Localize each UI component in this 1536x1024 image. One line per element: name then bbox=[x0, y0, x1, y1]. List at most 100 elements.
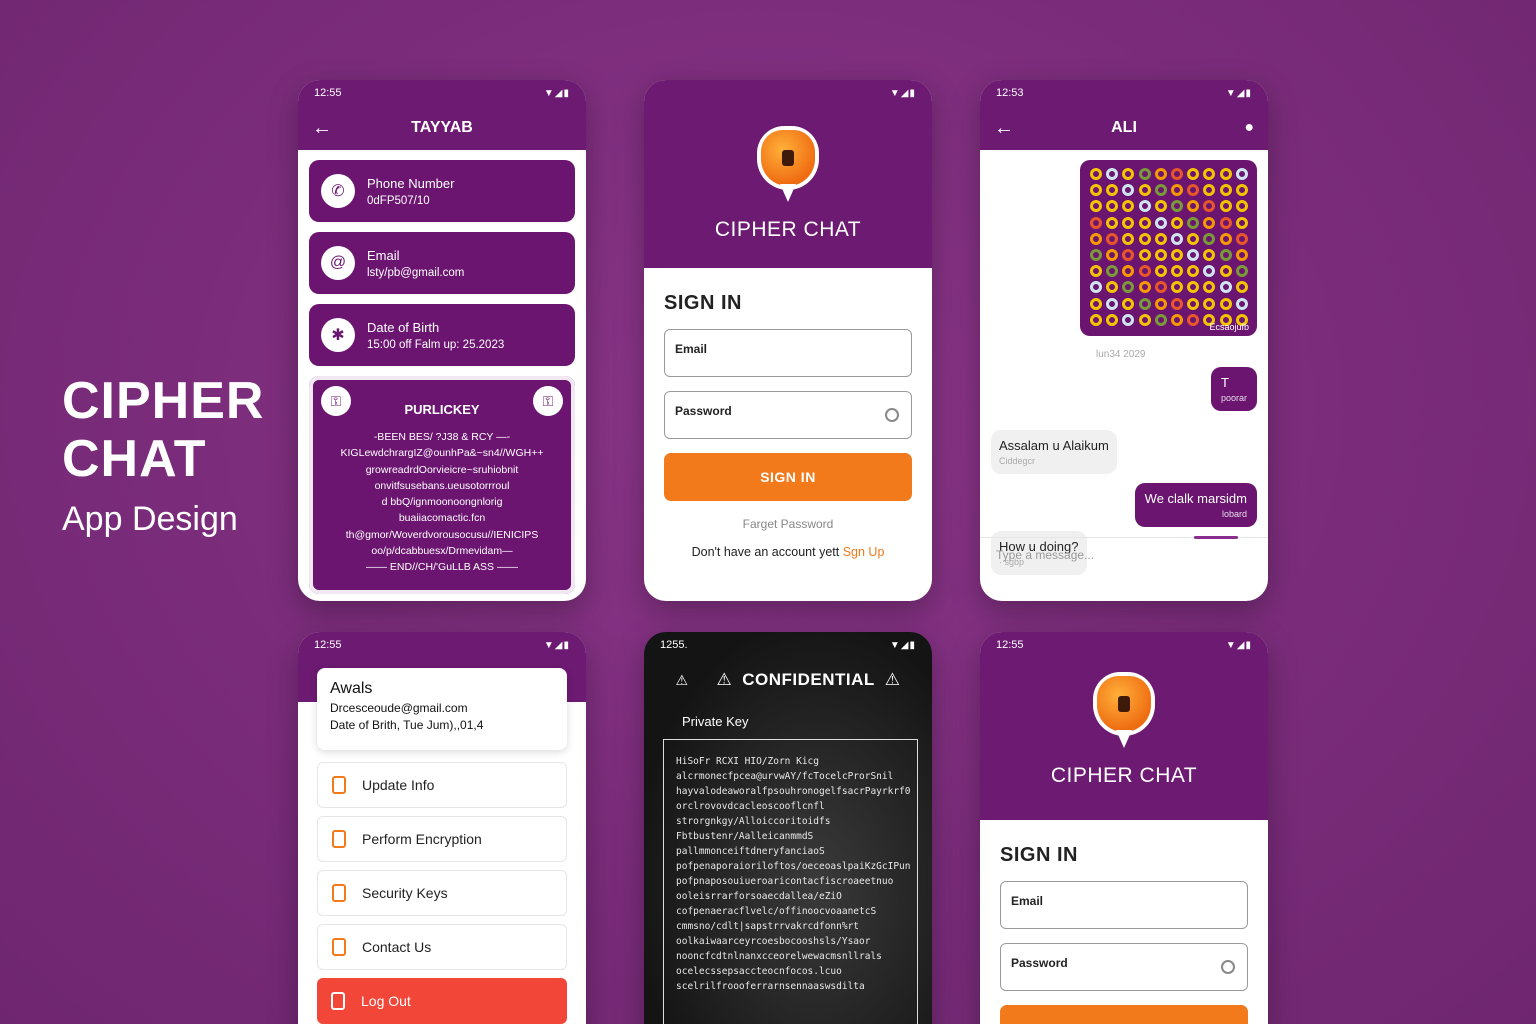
grid-dot bbox=[1154, 281, 1167, 294]
key-line: —— END//CH/'GuLLB ASS —— bbox=[366, 561, 518, 574]
signal-battery-icon: ▼◢▮ bbox=[1225, 87, 1252, 99]
message-input[interactable]: Type a message... bbox=[980, 536, 1268, 575]
brand-title-line1: CIPHER bbox=[62, 372, 265, 430]
grid-dot bbox=[1154, 297, 1167, 310]
key-line: oo/p/dcabbuesx/Drmevidam— bbox=[371, 545, 513, 558]
key-line: cofpenaeracflvelc/offinoocvoaanetcS bbox=[676, 906, 877, 917]
grid-dot bbox=[1154, 184, 1167, 197]
document-icon bbox=[332, 776, 346, 794]
dob-card: ✱ Date of Birth 15:00 off Falm up: 25.20… bbox=[309, 304, 575, 366]
grid-dot bbox=[1235, 281, 1248, 294]
key-line: nooncfcdtnlnanxcceorelwewacmsnllrals bbox=[676, 951, 882, 962]
signin-card: SIGN IN Email Password SIGN IN Farget Pa… bbox=[644, 264, 932, 579]
grid-dot bbox=[1170, 184, 1183, 197]
app-name: CIPHER CHAT bbox=[714, 218, 862, 241]
confidential-title: CONFIDENTIAL bbox=[742, 670, 875, 689]
dob-value: 15:00 off Falm up: 25.2023 bbox=[367, 338, 505, 351]
email-card: @ Email lsty/pb@gmail.com bbox=[309, 232, 575, 294]
grid-dot bbox=[1170, 216, 1183, 229]
grid-dot bbox=[1138, 265, 1151, 278]
app-header: ← TAYYAB bbox=[298, 106, 586, 150]
status-time: 12:55 bbox=[314, 87, 342, 99]
grid-dot bbox=[1170, 248, 1183, 261]
password-field[interactable]: Password bbox=[664, 391, 912, 439]
phone-card: ✆ Phone Number 0dFP507/10 bbox=[309, 160, 575, 222]
grid-dot bbox=[1154, 232, 1167, 245]
email-field-label: Email bbox=[1011, 894, 1044, 908]
message-placeholder: Type a message... bbox=[996, 548, 1095, 562]
confidential-header: ⚠ ⚠ CONFIDENTIAL ⚠ bbox=[644, 670, 932, 690]
menu-item-security-keys[interactable]: Security Keys bbox=[317, 870, 567, 916]
email-label: Email bbox=[367, 247, 400, 263]
signin-button[interactable]: SIGN IN bbox=[664, 453, 912, 501]
password-field-label: Password bbox=[1011, 956, 1068, 970]
grid-dot bbox=[1122, 184, 1135, 197]
eye-icon[interactable] bbox=[885, 408, 899, 422]
status-bar: 12:55 ▼◢▮ bbox=[980, 632, 1268, 658]
grid-dot bbox=[1219, 168, 1232, 180]
menu-list: Update Info Perform Encryption Security … bbox=[317, 762, 567, 1024]
eye-icon[interactable] bbox=[1221, 960, 1235, 974]
grid-dot bbox=[1154, 168, 1167, 180]
menu-item-perform-encryption[interactable]: Perform Encryption bbox=[317, 816, 567, 862]
grid-dot bbox=[1203, 200, 1216, 213]
key-icon bbox=[332, 884, 346, 902]
grid-dot bbox=[1090, 248, 1102, 261]
incoming-message[interactable]: Assalam u Alaikum Ciddegcr bbox=[991, 430, 1117, 474]
key-line: hayvalodeaworalfpsouhronogelfsacrPayrkrf… bbox=[676, 786, 911, 797]
signal-battery-icon: ▼◢▮ bbox=[543, 87, 570, 99]
user-dob: Date of Brith, Tue Jum),,01,4 bbox=[330, 718, 484, 732]
grid-dot bbox=[1138, 281, 1151, 294]
grid-dot bbox=[1219, 184, 1232, 197]
grid-dot bbox=[1170, 281, 1183, 294]
status-time: 12:55 bbox=[996, 639, 1024, 651]
grid-dot bbox=[1235, 232, 1248, 245]
grid-dot bbox=[1106, 248, 1119, 261]
grid-dot bbox=[1235, 297, 1248, 310]
key-line: pofpenaporaioriloftos/oeceoaslpaiKzGcIPu… bbox=[676, 861, 911, 872]
email-field[interactable]: Email bbox=[664, 329, 912, 377]
outgoing-message[interactable]: We clalk marsidm lobard bbox=[1134, 483, 1257, 527]
status-time: 12:55 bbox=[314, 639, 342, 651]
app-name: CIPHER CHAT bbox=[1050, 764, 1198, 787]
grid-dot bbox=[1170, 313, 1183, 326]
message-text: T bbox=[1220, 375, 1229, 390]
grid-dot bbox=[1106, 313, 1119, 326]
outgoing-message[interactable]: T poorar bbox=[1210, 367, 1257, 411]
signin-screen-2: 12:55 ▼◢▮ CIPHER CHAT SIGN IN Email Pass… bbox=[980, 632, 1268, 1024]
grid-dot bbox=[1187, 297, 1200, 310]
grid-dot bbox=[1106, 216, 1119, 229]
grid-dot bbox=[1154, 313, 1167, 326]
grid-dot bbox=[1122, 216, 1135, 229]
status-time: 1255. bbox=[660, 639, 688, 651]
image-message[interactable]: Ecsaojufb bbox=[1080, 160, 1257, 336]
profile-screen: 12:55 ▼◢▮ ← TAYYAB ✆ Phone Number 0dFP50… bbox=[298, 80, 586, 601]
email-field[interactable]: Email bbox=[1000, 881, 1248, 929]
password-field[interactable]: Password bbox=[1000, 943, 1248, 991]
grid-dot bbox=[1187, 184, 1200, 197]
page-title: TAYYAB bbox=[411, 119, 473, 136]
menu-item-update-info[interactable]: Update Info bbox=[317, 762, 567, 808]
logout-button[interactable]: Log Out bbox=[317, 978, 567, 1024]
menu-item-contact-us[interactable]: Contact Us bbox=[317, 924, 567, 970]
grid-dot bbox=[1235, 216, 1248, 229]
forgot-password-link[interactable]: Farget Password bbox=[664, 517, 912, 531]
brand-block: CIPHER CHAT App Design bbox=[62, 372, 264, 539]
grid-dot bbox=[1138, 297, 1151, 310]
grid-dot bbox=[1219, 281, 1232, 294]
grid-dot bbox=[1154, 200, 1167, 213]
signup-link[interactable]: Sgn Up bbox=[843, 545, 885, 559]
grid-dot bbox=[1122, 281, 1135, 294]
key-line: onvitfsusebans.ueusotorrroul bbox=[374, 479, 510, 492]
grid-dot bbox=[1235, 248, 1248, 261]
key-text: -BEEN BES/ ?J38 & RCY —- KIGLewdchrargIZ… bbox=[321, 429, 563, 576]
grid-dot bbox=[1154, 265, 1167, 278]
public-key-card: ⚿ ⚿ PURLICKEY -BEEN BES/ ?J38 & RCY —- K… bbox=[309, 376, 575, 594]
confidential-screen: 1255. ▼◢▮ ⚠ ⚠ CONFIDENTIAL ⚠ Private Key… bbox=[644, 632, 932, 1024]
grid-dot bbox=[1106, 281, 1119, 294]
key-copy-icon[interactable]: ⚿ bbox=[533, 386, 563, 416]
grid-dot bbox=[1187, 265, 1200, 278]
signin-button[interactable]: SIGN IN bbox=[1000, 1005, 1248, 1024]
key-line: growreadrdOorvieicre~sruhiobnit bbox=[365, 463, 519, 476]
grid-dot bbox=[1219, 216, 1232, 229]
